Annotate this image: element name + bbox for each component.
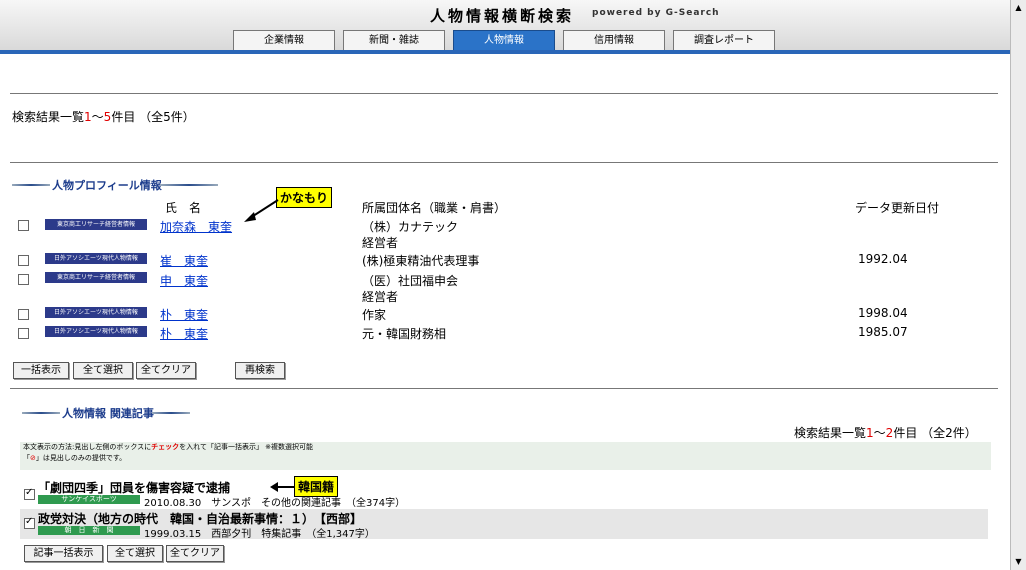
vertical-scrollbar[interactable]: ▲ ▼ bbox=[1010, 0, 1026, 570]
section-ornament bbox=[160, 184, 218, 186]
callout-arrow-icon bbox=[244, 199, 279, 222]
article-result-summary: 検索結果一覧1～2件目 （全2件） bbox=[794, 426, 977, 440]
article-bulk-display-button[interactable]: 記事一括表示 bbox=[24, 545, 103, 562]
row-checkbox[interactable] bbox=[18, 255, 29, 266]
articles-section-title: 人物情報 関連記事 bbox=[62, 407, 154, 420]
scroll-up-icon[interactable]: ▲ bbox=[1013, 2, 1024, 13]
callout-arrow-icon bbox=[270, 482, 295, 492]
tab-newspaper[interactable]: 新聞・雑誌 bbox=[343, 30, 445, 50]
person-name-link[interactable]: 加奈森 東奎 bbox=[160, 218, 232, 235]
divider bbox=[10, 162, 998, 163]
source-badge: 日外アソシエーツ現代人物情報 bbox=[45, 307, 147, 318]
source-badge: 日外アソシエーツ現代人物情報 bbox=[45, 253, 147, 264]
position: 経営者 bbox=[362, 290, 399, 304]
divider bbox=[10, 93, 998, 94]
tab-person[interactable]: 人物情報 bbox=[453, 30, 555, 50]
row-checkbox[interactable] bbox=[18, 309, 29, 320]
person-name-link[interactable]: 朴 東奎 bbox=[160, 325, 208, 342]
annotation-callout: 韓国籍 bbox=[294, 476, 339, 497]
page-title: 人物情報横断検索 bbox=[430, 7, 575, 25]
article-checkbox[interactable] bbox=[24, 516, 35, 529]
instructions-notice: 本文表示の方法:見出し左側のボックスにチェックを入れて「記事一括表示」 ※複数選… bbox=[20, 442, 991, 470]
powered-by-label: powered by G-Search bbox=[592, 8, 720, 18]
article-checkbox[interactable] bbox=[24, 487, 35, 500]
source-badge: 日外アソシエーツ現代人物情報 bbox=[45, 326, 147, 337]
scroll-down-icon[interactable]: ▼ bbox=[1013, 556, 1024, 567]
column-updated-date: データ更新日付 bbox=[855, 201, 940, 215]
header-divider bbox=[0, 50, 1010, 54]
organization: （株）カナテック bbox=[362, 220, 459, 234]
organization: 元・韓国財務相 bbox=[362, 327, 447, 341]
profile-section-title: 人物プロフィール情報 bbox=[52, 179, 162, 192]
person-name-link[interactable]: 申 東奎 bbox=[160, 272, 208, 289]
select-all-button[interactable]: 全て選択 bbox=[73, 362, 133, 379]
person-name-link[interactable]: 朴 東奎 bbox=[160, 306, 208, 323]
article-clear-all-button[interactable]: 全てクリア bbox=[166, 545, 224, 562]
clear-all-button[interactable]: 全てクリア bbox=[136, 362, 196, 379]
bulk-display-button[interactable]: 一括表示 bbox=[13, 362, 69, 379]
article-source-badge: サンケイスポーツ bbox=[38, 495, 140, 504]
row-checkbox[interactable] bbox=[18, 328, 29, 339]
row-checkbox[interactable] bbox=[18, 220, 29, 231]
header-bar: 人物情報横断検索 powered by G-Search 企業情報 新聞・雑誌 … bbox=[0, 0, 1010, 51]
source-badge: 東京商工リサーチ経営者情報 bbox=[45, 272, 147, 283]
organization: 作家 bbox=[362, 308, 387, 322]
source-badge: 東京商工リサーチ経営者情報 bbox=[45, 219, 147, 230]
result-summary: 検索結果一覧1～5件目 （全5件） bbox=[12, 110, 195, 124]
row-checkbox[interactable] bbox=[18, 274, 29, 285]
updated-date: 1985.07 bbox=[858, 325, 908, 339]
research-button[interactable]: 再検索 bbox=[235, 362, 285, 379]
section-ornament bbox=[22, 412, 60, 414]
updated-date: 1992.04 bbox=[858, 252, 908, 266]
tab-report[interactable]: 調査レポート bbox=[673, 30, 775, 50]
divider bbox=[10, 388, 998, 389]
article-meta: 1999.03.15 西部夕刊 特集記事 （全1,347字） bbox=[144, 529, 375, 540]
section-ornament bbox=[12, 184, 50, 186]
organization: (株)極東精油代表理事 bbox=[362, 254, 480, 268]
section-ornament bbox=[152, 412, 190, 414]
tab-company[interactable]: 企業情報 bbox=[233, 30, 335, 50]
column-name: 氏 名 bbox=[165, 201, 202, 215]
article-meta: 2010.08.30 サンスポ その他の関連記事 （全374字） bbox=[144, 498, 406, 509]
column-organization: 所属団体名（職業・肩書） bbox=[362, 201, 507, 215]
article-source-badge: 朝 日 新 聞 bbox=[38, 526, 140, 535]
position: 経営者 bbox=[362, 236, 399, 250]
organization: （医）社団福申会 bbox=[362, 274, 459, 288]
article-select-all-button[interactable]: 全て選択 bbox=[107, 545, 163, 562]
annotation-callout: かなもり bbox=[276, 187, 333, 208]
tab-credit[interactable]: 信用情報 bbox=[563, 30, 665, 50]
updated-date: 1998.04 bbox=[858, 306, 908, 320]
person-name-link[interactable]: 崔 東奎 bbox=[160, 252, 208, 269]
